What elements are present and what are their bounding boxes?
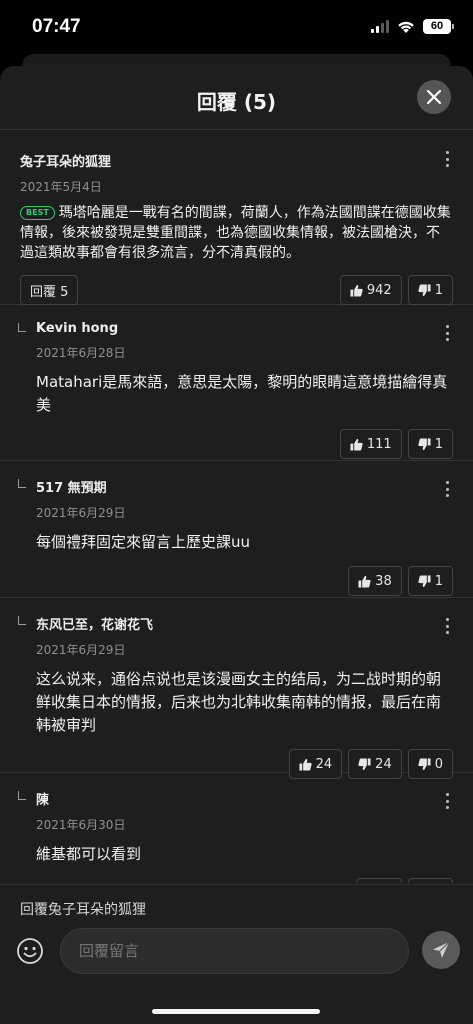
reply-item: Kevin hong 2021年6月28日 Matahari是馬來語，意思是太陽… [0,305,473,461]
like-count: 24 [375,756,392,772]
vote-actions: 942 1 [339,275,453,305]
reply-actions: 9 1 [36,878,453,883]
like-button[interactable]: 111 [339,429,402,459]
thumbs-up-icon [350,438,363,451]
dislike-count: 0 [434,756,443,772]
sheet-title: 回覆 (5) [196,90,277,114]
dislike-button[interactable]: 1 [407,566,453,596]
main-comment: 兔子耳朵的狐狸 2021年5月4日 BEST 瑪塔哈麗是一戰有名的間諜，荷蘭人，作… [0,131,473,305]
more-options-button[interactable] [445,618,449,634]
more-options-button[interactable] [445,325,449,341]
home-indicator [152,1009,320,1014]
close-button[interactable] [417,80,451,114]
thumbs-up-icon [358,575,371,588]
like-count: 38 [375,573,392,589]
reply-item: 东风已至，花谢花飞 2021年6月29日 这么说来，通俗点说也是该漫画女主的结局… [0,598,473,779]
thumbs-down-icon [418,437,431,450]
best-badge: BEST [20,206,55,220]
like-count: 942 [366,282,392,298]
more-options-button[interactable] [445,151,449,167]
reply-text: 每個禮拜固定來留言上歷史課uu [36,533,251,551]
dislike-button[interactable]: 1 [407,878,453,883]
thumbs-down-icon [418,283,431,296]
reply-date: 2021年6月29日 [36,506,126,520]
reply-indent-icon [18,616,26,625]
send-button[interactable] [422,931,460,969]
comment-text: BEST 瑪塔哈麗是一戰有名的間諜，荷蘭人，作為法國間諜在德國收集情報，後來被發現… [20,203,453,263]
reply-count-button[interactable]: 回覆 5 [20,275,79,305]
more-options-button[interactable] [445,793,449,809]
reply-author[interactable]: 陳 [36,789,453,808]
emoji-icon[interactable] [16,937,44,965]
thumbs-down-icon [418,757,431,770]
reply-author[interactable]: Kevin hong [36,321,453,336]
comment-author[interactable]: 兔子耳朵的狐狸 [20,151,453,170]
battery-icon: 60 [423,19,454,34]
wifi-icon [398,21,414,33]
reply-actions: 111 1 [36,429,453,459]
reply-text: 維基都可以看到 [36,845,142,863]
thumbs-down-icon [418,574,431,587]
reply-actions: 38 1 [36,566,453,596]
reply-text: 这么说来，通俗点说也是该漫画女主的结局，为二战时期的朝鲜收集日本的情报，后来也为… [36,670,442,734]
reply-date: 2021年6月29日 [36,643,126,657]
reply-author[interactable]: 东风已至，花谢花飞 [36,614,453,633]
reply-composer: 回覆兔子耳朵的狐狸 [0,884,473,1024]
comment-list[interactable]: 兔子耳朵的狐狸 2021年5月4日 BEST 瑪塔哈麗是一戰有名的間諜，荷蘭人，作… [0,131,473,883]
reply-item: 517 無預期 2021年6月29日 每個禮拜固定來留言上歷史課uu 38 1 [0,461,473,598]
send-icon [433,941,450,958]
reply-text: Matahari是馬來語，意思是太陽，黎明的眼睛這意境描繪得真美 [36,373,448,414]
dislike-button[interactable]: 1 [407,429,453,459]
like-button[interactable]: 38 [348,566,402,596]
more-options-button[interactable] [445,481,449,497]
thumbs-down-icon [358,757,371,770]
thumbs-up-icon [299,758,312,771]
reply-author[interactable]: 517 無預期 [36,477,453,496]
dislike-count: 1 [434,436,443,452]
dislike-count: 1 [434,573,443,589]
comment-date: 2021年5月4日 [20,180,102,194]
dislike-count: 1 [434,282,443,298]
like-button[interactable]: 9 [356,878,402,883]
reply-indent-icon [18,323,26,332]
close-icon [426,89,442,105]
dislike-button[interactable]: 1 [407,275,453,305]
reply-to-label: 回覆兔子耳朵的狐狸 [20,902,146,918]
reply-input[interactable] [60,928,409,974]
like-count: 111 [366,436,392,452]
status-icons: 60 [371,19,454,34]
like-count: 24 [315,756,333,772]
sheet-header: 回覆 (5) [0,66,473,130]
reply-indent-icon [18,479,26,488]
status-bar: 07:47 60 [0,0,473,56]
replies-sheet: 回覆 (5) 兔子耳朵的狐狸 2021年5月4日 BEST 瑪塔哈麗是一戰有名的間… [0,66,473,1024]
comment-actions: 回覆 5 942 1 [20,275,453,305]
like-button[interactable]: 942 [339,275,402,305]
reply-date: 2021年6月28日 [36,346,126,360]
comment-body: 瑪塔哈麗是一戰有名的間諜，荷蘭人，作為法國間諜在德國收集情報，後來被發現是雙重間… [20,205,451,261]
reply-indent-icon [18,791,26,800]
reply-date: 2021年6月30日 [36,818,126,832]
status-time: 07:47 [32,16,81,37]
reply-item: 陳 2021年6月30日 維基都可以看到 9 1 [0,773,473,883]
thumbs-up-icon [350,284,363,297]
cellular-signal-icon [371,20,389,33]
